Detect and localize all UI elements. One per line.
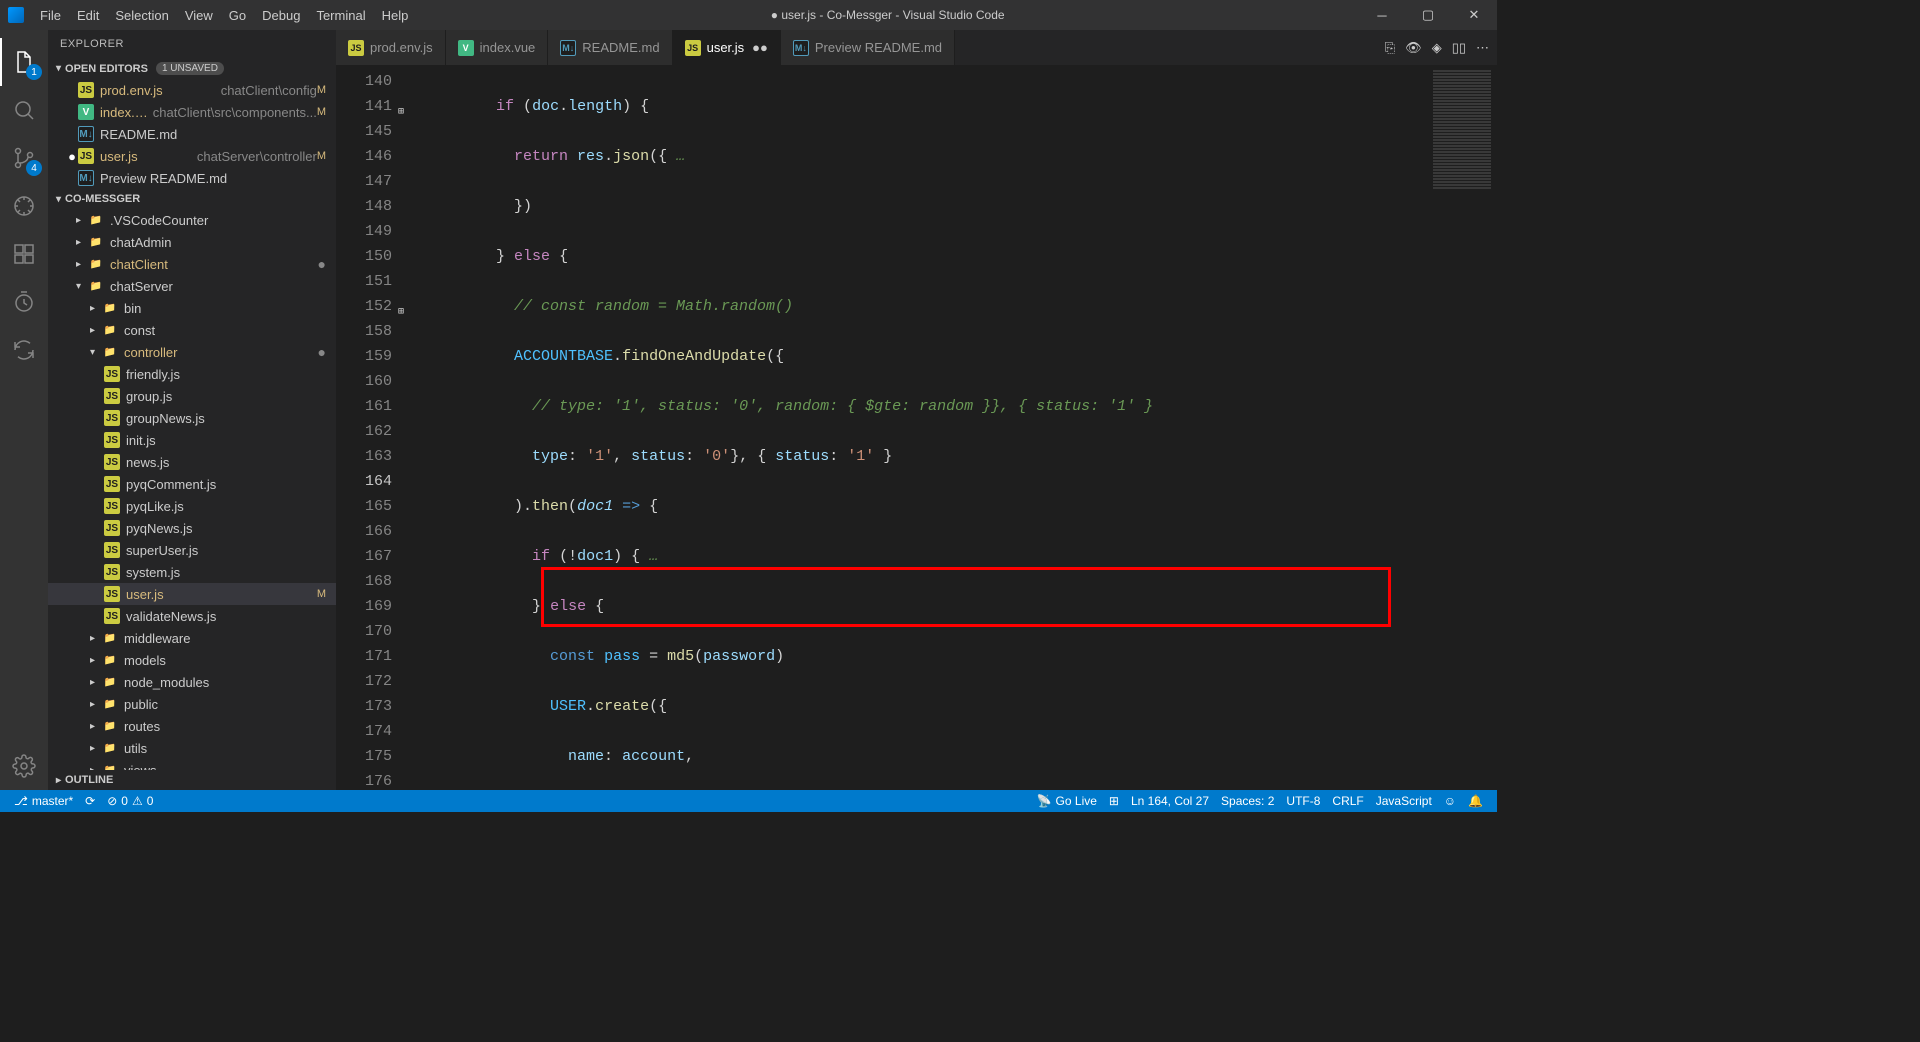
split-icon[interactable]: ▯▯ xyxy=(1452,40,1466,56)
workspace-tree: ▸📁.VSCodeCounter▸📁chatAdmin▸📁chatClient●… xyxy=(48,209,336,770)
open-editors-header[interactable]: ▾ OPEN EDITORS 1 UNSAVED xyxy=(48,58,336,79)
tree-item[interactable]: ▸📁utils xyxy=(48,737,336,759)
status-errors[interactable]: ⊘ 0 ⚠ 0 xyxy=(101,794,159,808)
code-editor[interactable]: 140141⊞145146147148149150151152⊞15815916… xyxy=(336,65,1497,790)
editor-tab[interactable]: M↓Preview README.md xyxy=(781,30,955,65)
tree-item[interactable]: ▸📁views xyxy=(48,759,336,770)
status-feedback[interactable]: ☺ xyxy=(1438,794,1462,808)
close-button[interactable]: ✕ xyxy=(1451,0,1497,30)
minimap[interactable] xyxy=(1427,65,1497,790)
diff-icon[interactable]: ◈ xyxy=(1432,40,1442,56)
open-editor-item[interactable]: JSprod.env.jschatClient\configM xyxy=(48,79,336,101)
activity-sync[interactable] xyxy=(0,326,48,374)
editor-tabs: JSprod.env.jsVindex.vueM↓README.mdJSuser… xyxy=(336,30,1497,65)
status-encoding[interactable]: UTF-8 xyxy=(1280,794,1326,808)
editor-tab[interactable]: JSprod.env.js xyxy=(336,30,446,65)
tree-item[interactable]: JSpyqLike.js xyxy=(48,495,336,517)
activity-search[interactable] xyxy=(0,86,48,134)
tree-item[interactable]: JSpyqNews.js xyxy=(48,517,336,539)
open-editor-item[interactable]: Vindex.vuechatClient\src\components...M xyxy=(48,101,336,123)
line-gutter: 140141⊞145146147148149150151152⊞15815916… xyxy=(336,65,406,790)
more-icon[interactable]: ⋯ xyxy=(1476,40,1489,56)
compare-icon[interactable]: ⎘ xyxy=(1385,40,1395,56)
menu-file[interactable]: File xyxy=(32,4,69,27)
status-spaces[interactable]: Spaces: 2 xyxy=(1215,794,1280,808)
menu-bar: File Edit Selection View Go Debug Termin… xyxy=(32,4,416,27)
activity-explorer[interactable]: 1 xyxy=(0,38,48,86)
open-editors-list: JSprod.env.jschatClient\configMVindex.vu… xyxy=(48,79,336,189)
code-content[interactable]: if (doc.length) { return res.json({ … })… xyxy=(406,65,1427,790)
activity-settings[interactable] xyxy=(0,742,48,790)
window-title: ● user.js - Co-Messger - Visual Studio C… xyxy=(416,8,1359,22)
menu-terminal[interactable]: Terminal xyxy=(308,4,373,27)
editor-tab[interactable]: M↓README.md xyxy=(548,30,672,65)
activity-bar: 1 4 xyxy=(0,30,48,790)
tree-item[interactable]: JSsuperUser.js xyxy=(48,539,336,561)
menu-help[interactable]: Help xyxy=(374,4,417,27)
status-port[interactable]: ⊞ xyxy=(1103,794,1125,808)
menu-view[interactable]: View xyxy=(177,4,221,27)
tree-item[interactable]: JSuser.jsM xyxy=(48,583,336,605)
editor-tab[interactable]: Vindex.vue xyxy=(446,30,549,65)
tree-item[interactable]: ▸📁chatAdmin xyxy=(48,231,336,253)
status-eol[interactable]: CRLF xyxy=(1326,794,1369,808)
status-golive[interactable]: 📡 Go Live xyxy=(1031,794,1103,808)
menu-go[interactable]: Go xyxy=(221,4,254,27)
status-sync[interactable]: ⟳ xyxy=(79,794,101,808)
tab-dirty-icon: ● xyxy=(752,40,768,55)
tree-item[interactable]: ▸📁models xyxy=(48,649,336,671)
statusbar: ⎇ master* ⟳ ⊘ 0 ⚠ 0 📡 Go Live ⊞ Ln 164, … xyxy=(0,790,1497,812)
tree-item[interactable]: JSfriendly.js xyxy=(48,363,336,385)
tree-item[interactable]: ▸📁middleware xyxy=(48,627,336,649)
open-editor-item[interactable]: ●JSuser.jschatServer\controllerM xyxy=(48,145,336,167)
sidebar-title: EXPLORER xyxy=(48,30,336,58)
window-controls: ─ ▢ ✕ xyxy=(1359,0,1497,30)
tabs-actions: ⎘ 👁 ◈ ▯▯ ⋯ xyxy=(1385,30,1497,65)
menu-edit[interactable]: Edit xyxy=(69,4,107,27)
activity-debug[interactable] xyxy=(0,182,48,230)
editor-area: JSprod.env.jsVindex.vueM↓README.mdJSuser… xyxy=(336,30,1497,790)
status-bell[interactable]: 🔔 xyxy=(1462,794,1489,808)
tree-item[interactable]: ▾📁controller● xyxy=(48,341,336,363)
tree-item[interactable]: ▸📁node_modules xyxy=(48,671,336,693)
explorer-badge: 1 xyxy=(26,64,42,80)
sidebar: EXPLORER ▾ OPEN EDITORS 1 UNSAVED JSprod… xyxy=(48,30,336,790)
scm-badge: 4 xyxy=(26,160,42,176)
editor-tab[interactable]: JSuser.js● xyxy=(673,30,781,65)
menu-selection[interactable]: Selection xyxy=(107,4,176,27)
maximize-button[interactable]: ▢ xyxy=(1405,0,1451,30)
minimize-button[interactable]: ─ xyxy=(1359,0,1405,30)
workspace-header[interactable]: ▾ CO-MESSGER xyxy=(48,189,336,209)
status-lang[interactable]: JavaScript xyxy=(1370,794,1438,808)
tree-item[interactable]: ▸📁const xyxy=(48,319,336,341)
open-editor-item[interactable]: M↓Preview README.md xyxy=(48,167,336,189)
activity-scm[interactable]: 4 xyxy=(0,134,48,182)
activity-extensions[interactable] xyxy=(0,230,48,278)
tree-item[interactable]: JSinit.js xyxy=(48,429,336,451)
vscode-logo-icon xyxy=(8,7,24,23)
status-branch[interactable]: ⎇ master* xyxy=(8,794,79,808)
tree-item[interactable]: JSgroup.js xyxy=(48,385,336,407)
status-position[interactable]: Ln 164, Col 27 xyxy=(1125,794,1215,808)
outline-header[interactable]: ▸ OUTLINE xyxy=(48,770,336,790)
activity-timer[interactable] xyxy=(0,278,48,326)
tree-item[interactable]: ▸📁bin xyxy=(48,297,336,319)
titlebar: File Edit Selection View Go Debug Termin… xyxy=(0,0,1497,30)
tree-item[interactable]: JSnews.js xyxy=(48,451,336,473)
open-editor-item[interactable]: M↓README.md xyxy=(48,123,336,145)
tree-item[interactable]: JSsystem.js xyxy=(48,561,336,583)
unsaved-badge: 1 UNSAVED xyxy=(156,62,224,75)
tree-item[interactable]: JSvalidateNews.js xyxy=(48,605,336,627)
preview-icon[interactable]: 👁 xyxy=(1405,40,1422,56)
tree-item[interactable]: ▸📁routes xyxy=(48,715,336,737)
tree-item[interactable]: ▾📁chatServer xyxy=(48,275,336,297)
tree-item[interactable]: ▸📁chatClient● xyxy=(48,253,336,275)
tree-item[interactable]: ▸📁.VSCodeCounter xyxy=(48,209,336,231)
tree-item[interactable]: JSgroupNews.js xyxy=(48,407,336,429)
tree-item[interactable]: ▸📁public xyxy=(48,693,336,715)
tree-item[interactable]: JSpyqComment.js xyxy=(48,473,336,495)
menu-debug[interactable]: Debug xyxy=(254,4,308,27)
